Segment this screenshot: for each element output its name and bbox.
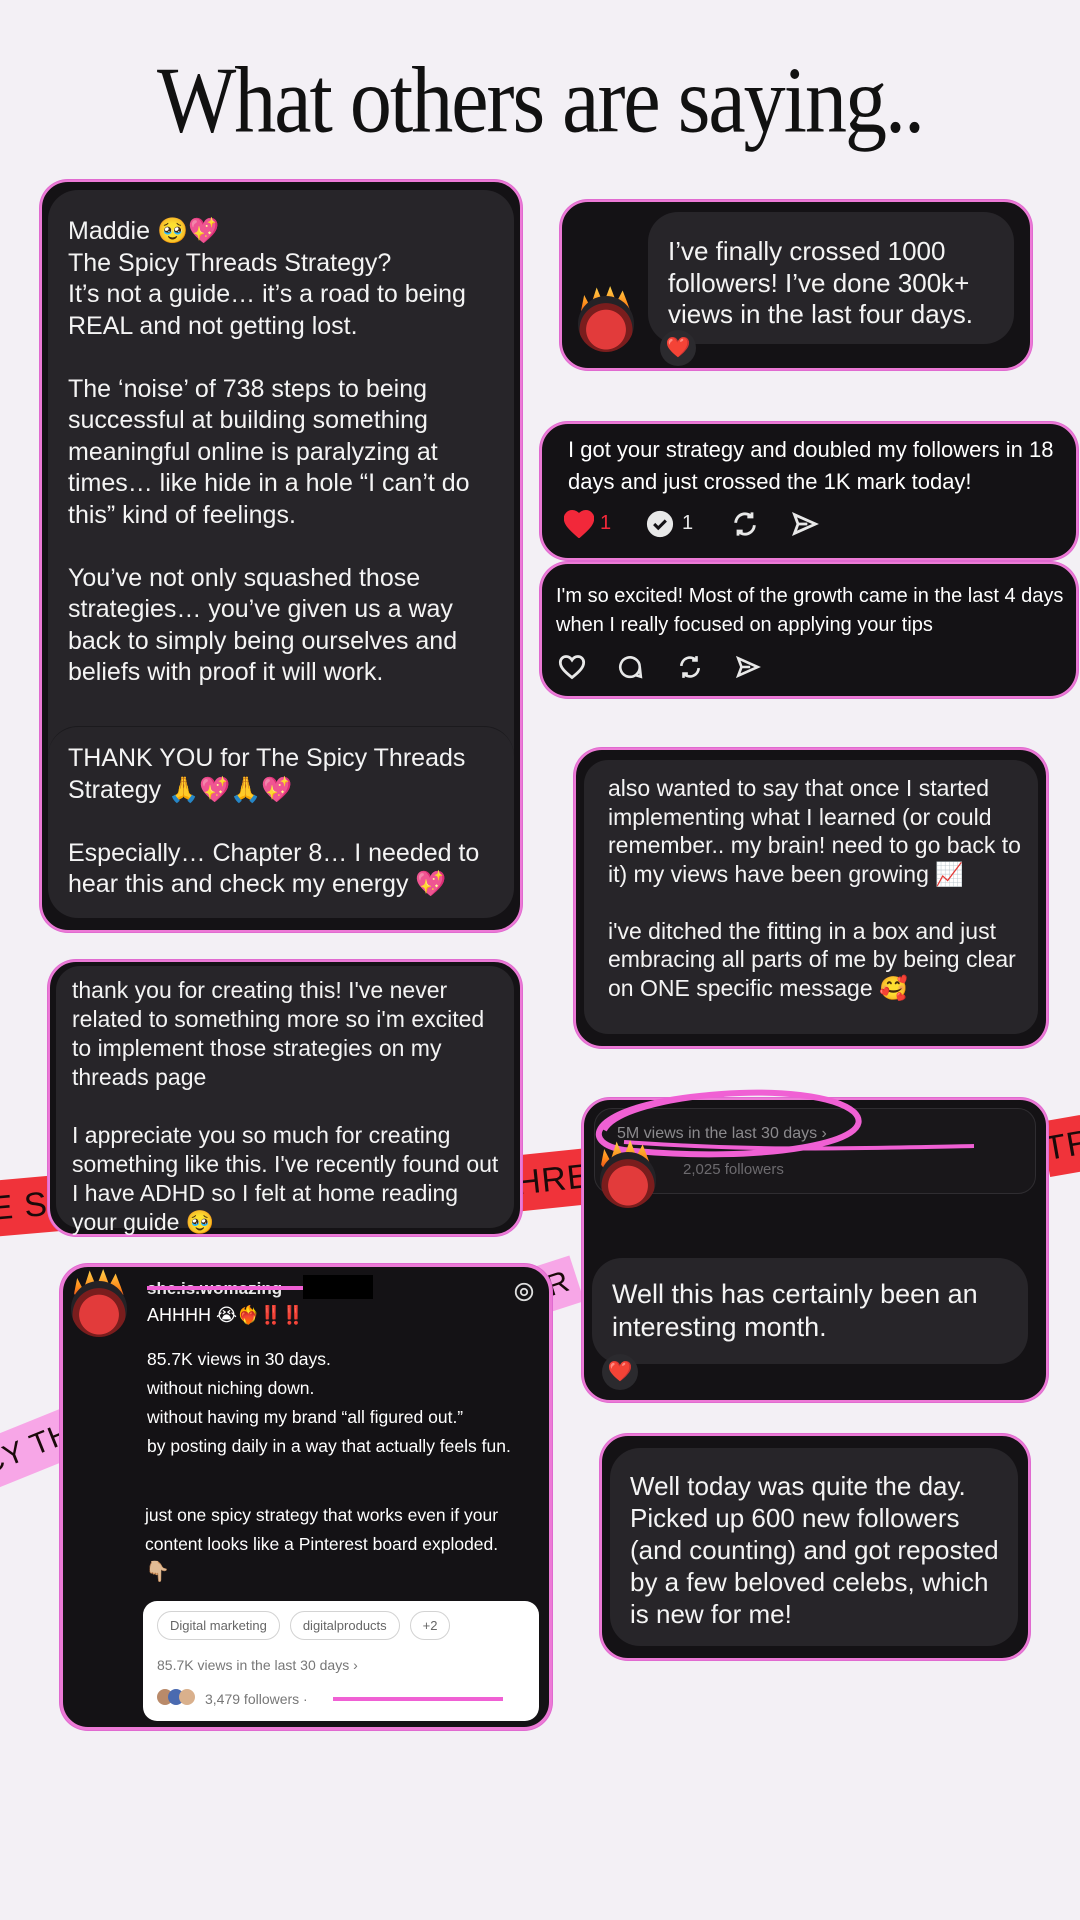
comment-icon[interactable] — [616, 654, 644, 680]
heart-filled-icon[interactable] — [564, 510, 594, 538]
views-stat[interactable]: 85.7K views in the last 30 days › — [157, 1657, 358, 1673]
post-line-1: AHHHH 😭❤️‍🔥‼️‼️ — [147, 1305, 305, 1325]
testimonial-card-600-followers: Well today was quite the day. Picked up … — [600, 1434, 1030, 1660]
message-text: also wanted to say that once I started i… — [608, 775, 1021, 1001]
tag-chip[interactable]: Digital marketing — [157, 1611, 280, 1640]
message-bubble: also wanted to say that once I started i… — [584, 760, 1038, 1034]
repost-icon[interactable] — [676, 654, 704, 680]
testimonial-card-views-growing: also wanted to say that once I started i… — [574, 748, 1048, 1048]
testimonial-card-maddie: Maddie 🥹💖 The Spicy Threads Strategy? It… — [40, 180, 522, 932]
tag-chip[interactable]: digitalproducts — [289, 1611, 400, 1640]
tag-chip[interactable]: +2 — [409, 1611, 451, 1640]
testimonial-card-1000-followers: I’ve finally crossed 1000 followers! I’v… — [560, 200, 1032, 370]
page-title: What others are saying.. — [156, 48, 925, 153]
message-text: Well this has certainly been an interest… — [612, 1279, 978, 1342]
heart-icon[interactable] — [558, 654, 586, 680]
message-bubble-2: THANK YOU for The Spicy Threads Strategy… — [48, 726, 514, 918]
message-text: Well today was quite the day. Picked up … — [630, 1471, 999, 1629]
post-actions: 1 1 — [564, 508, 864, 540]
avatar — [578, 296, 634, 352]
message-text: thank you for creating this! I've never … — [72, 977, 499, 1235]
profile-preview: Digital marketing digitalproducts +2 85.7K… — [143, 1601, 539, 1721]
message-bubble: Well today was quite the day. Picked up … — [610, 1448, 1018, 1646]
reply-checked-icon[interactable] — [646, 510, 674, 538]
followers-count[interactable]: 3,479 followers · — [205, 1691, 308, 1707]
reply-count: 1 — [682, 512, 694, 534]
heart-reaction-icon: ❤️ — [602, 1354, 638, 1390]
like-count: 1 — [600, 512, 612, 534]
tag-chips: Digital marketing digitalproducts +2 — [157, 1611, 460, 1640]
testimonial-card-adhd: thank you for creating this! I've never … — [48, 960, 522, 1236]
testimonial-card-5m-views: 5M views in the last 30 days › 2,025 fol… — [582, 1089, 1048, 1402]
message-bubble: I’ve finally crossed 1000 followers! I’v… — [648, 212, 1014, 344]
repost-icon[interactable] — [730, 510, 760, 538]
threads-post-card: she.is.womazing AHHHH 😭❤️‍🔥‼️‼️ 85.7K vi… — [60, 1264, 552, 1730]
redaction-bar — [303, 1275, 373, 1299]
message-bubble: thank you for creating this! I've never … — [56, 966, 514, 1235]
message-text: I’ve finally crossed 1000 followers! I’v… — [668, 236, 973, 329]
post-line-3: just one spicy strategy that works even … — [145, 1505, 499, 1554]
message-bubble: Well this has certainly been an interest… — [592, 1258, 1028, 1364]
follower-avatars — [157, 1689, 201, 1709]
testimonial-card-doubled-followers: I got your strategy and doubled my follo… — [540, 422, 1078, 560]
message-text: Maddie 🥹💖 The Spicy Threads Strategy? It… — [68, 217, 470, 686]
share-icon[interactable] — [790, 510, 820, 538]
heart-reaction-icon: ❤️ — [660, 330, 696, 366]
post-actions — [558, 652, 778, 682]
message-text: I got your strategy and doubled my follo… — [568, 437, 1054, 494]
post-line-2: 85.7K views in 30 days. without niching … — [147, 1349, 511, 1456]
threads-logo-icon — [514, 1282, 534, 1302]
avatar — [600, 1152, 656, 1208]
pointing-down-emoji: 👇🏼 — [145, 1561, 170, 1583]
link-strike — [333, 1697, 503, 1701]
message-text-2: THANK YOU for The Spicy Threads Strategy… — [68, 744, 480, 898]
share-icon[interactable] — [734, 654, 762, 680]
message-text: I'm so excited! Most of the growth came … — [556, 585, 1064, 636]
avatar — [71, 1281, 127, 1337]
testimonial-card-so-excited: I'm so excited! Most of the growth came … — [540, 562, 1078, 698]
